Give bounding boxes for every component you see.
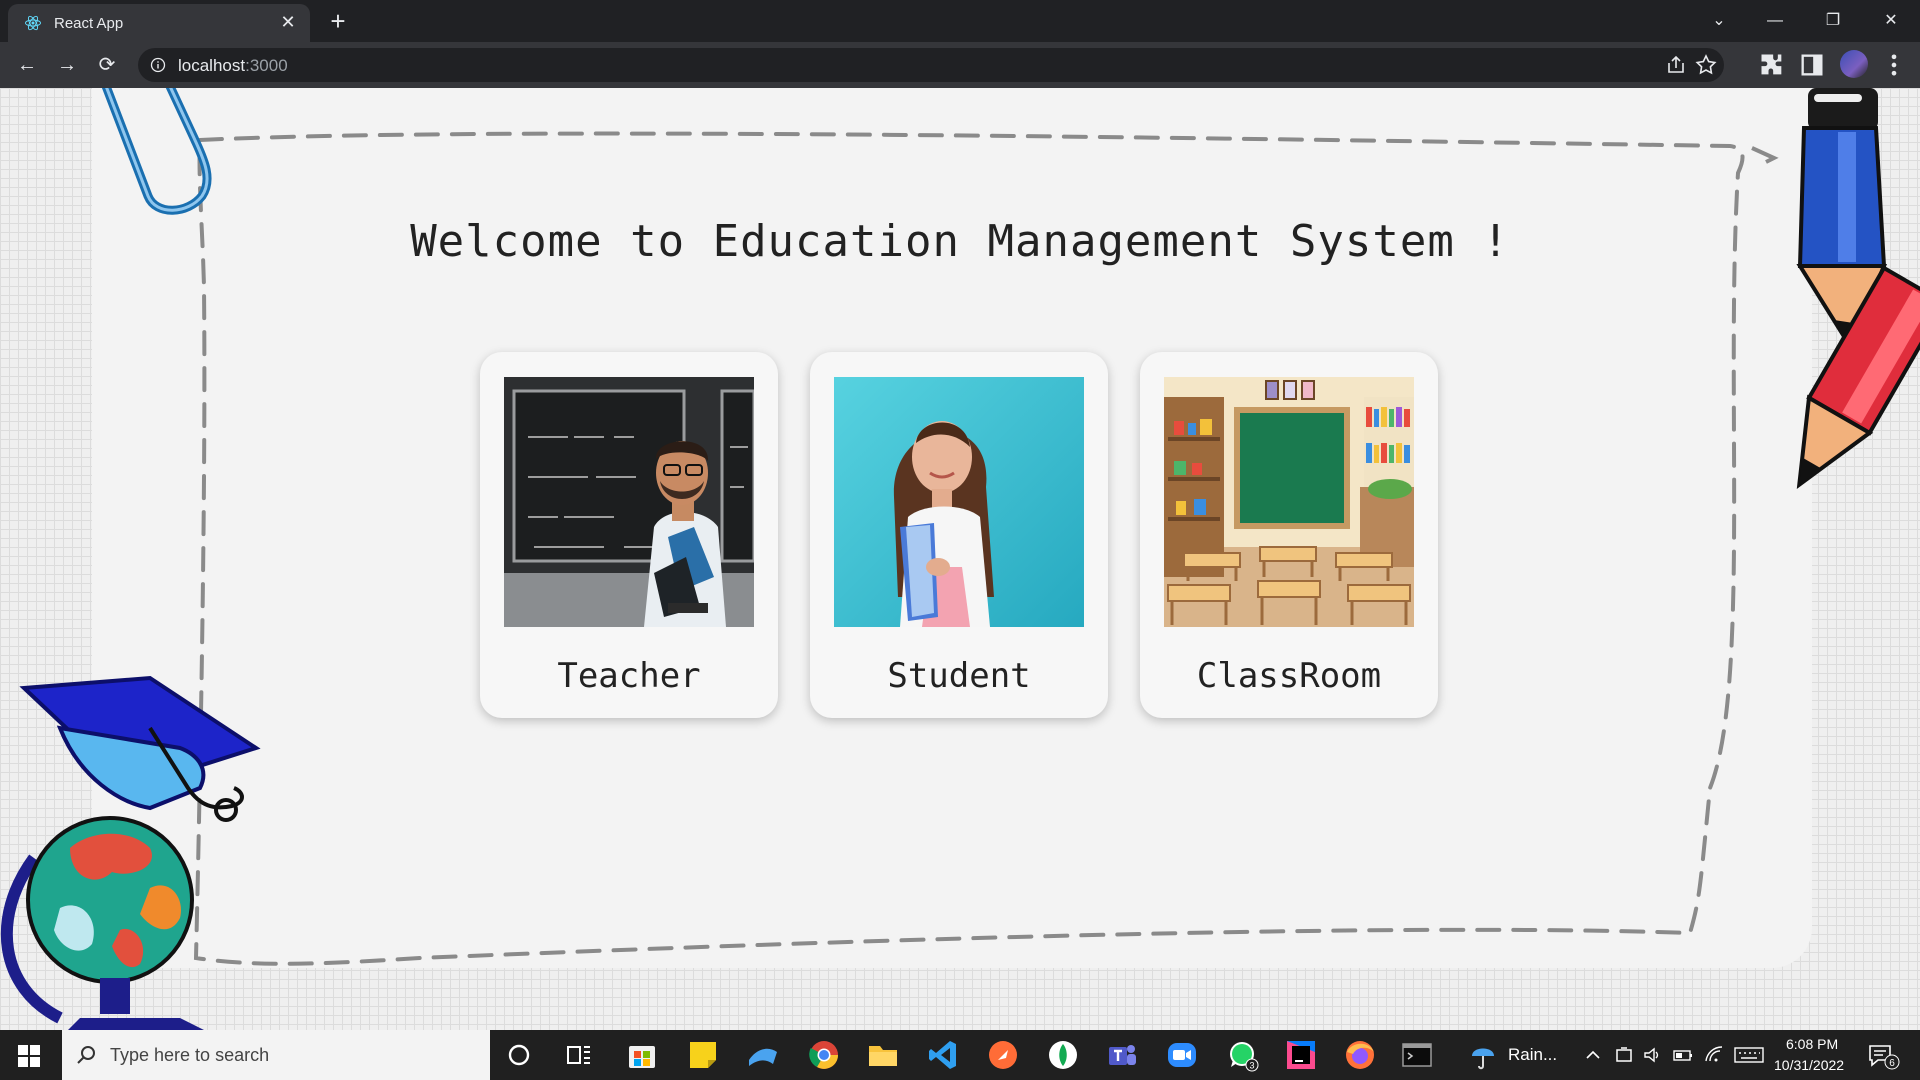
close-tab-icon[interactable]: ✕ [278, 12, 298, 32]
search-placeholder: Type here to search [110, 1045, 270, 1065]
side-panel-icon[interactable] [1798, 51, 1826, 79]
terminal-icon[interactable] [1400, 1038, 1434, 1072]
meet-now-icon[interactable] [1614, 1045, 1634, 1065]
react-logo-icon [25, 15, 41, 31]
graduation-cap-icon [19, 675, 261, 822]
info-icon[interactable] [150, 57, 166, 73]
browser-toolbar: ← → ⟳ localhost:3000 [0, 42, 1920, 88]
whatsapp-icon[interactable]: 3 [1225, 1038, 1259, 1072]
classroom-label: ClassRoom [1196, 656, 1382, 696]
reload-button[interactable]: ⟳ [93, 51, 121, 79]
mongodb-compass-icon[interactable] [1046, 1038, 1080, 1072]
address-bar[interactable]: localhost:3000 [138, 48, 1724, 82]
weather-rain-icon[interactable] [1466, 1038, 1500, 1072]
intellij-icon[interactable] [1284, 1038, 1318, 1072]
student-card[interactable]: Student [810, 352, 1108, 718]
student-label: Student [887, 656, 1031, 696]
forward-button[interactable]: → [53, 51, 81, 79]
notifications-icon[interactable]: 6 [1866, 1042, 1900, 1070]
zoom-icon[interactable] [1165, 1038, 1199, 1072]
teacher-photo [504, 377, 754, 627]
file-explorer-icon[interactable] [866, 1038, 900, 1072]
search-icon [77, 1046, 95, 1064]
weather-label[interactable]: Rain... [1508, 1045, 1557, 1065]
tab-react-app[interactable]: React App ✕ [8, 4, 310, 42]
chevron-up-icon[interactable] [1584, 1046, 1602, 1064]
firefox-icon[interactable] [1343, 1038, 1377, 1072]
dashed-frame-arrow [1751, 146, 1779, 164]
star-icon[interactable] [1694, 53, 1718, 77]
share-icon[interactable] [1664, 53, 1688, 77]
cortana-icon[interactable] [502, 1038, 536, 1072]
page-title: Welcome to Education Management System ! [410, 216, 1510, 267]
minimize-button[interactable]: — [1752, 6, 1798, 36]
volume-icon[interactable] [1642, 1045, 1662, 1065]
notification-badge: 6 [1889, 1058, 1895, 1069]
teams-icon[interactable] [1105, 1038, 1139, 1072]
classroom-illustration [1164, 377, 1414, 627]
taskbar-search-box[interactable]: Type here to search [62, 1030, 490, 1080]
url-port: :3000 [245, 56, 288, 75]
keyboard-icon[interactable] [1734, 1045, 1764, 1065]
whatsapp-badge: 3 [1249, 1061, 1254, 1071]
profile-avatar[interactable] [1840, 50, 1868, 78]
battery-icon[interactable] [1672, 1045, 1694, 1065]
chrome-icon[interactable] [807, 1038, 841, 1072]
close-window-button[interactable]: ✕ [1868, 6, 1914, 36]
azure-data-studio-icon[interactable] [745, 1038, 779, 1072]
back-button[interactable]: ← [13, 51, 41, 79]
postman-icon[interactable] [986, 1038, 1020, 1072]
menu-icon[interactable] [1880, 51, 1908, 79]
tab-title: React App [54, 15, 124, 32]
task-view-icon[interactable] [562, 1038, 596, 1072]
clock-date[interactable]: 10/31/2022 [1774, 1057, 1844, 1073]
windows-start-icon[interactable] [18, 1045, 40, 1067]
globe-icon [0, 816, 204, 1030]
page-viewport: Welcome to Education Management System ! [0, 88, 1920, 1030]
classroom-card[interactable]: ClassRoom [1140, 352, 1438, 718]
url-text: localhost:3000 [178, 56, 288, 76]
clock-time[interactable]: 6:08 PM [1786, 1036, 1838, 1052]
wifi-icon[interactable] [1704, 1045, 1724, 1065]
restore-button[interactable]: ❐ [1810, 6, 1856, 36]
teacher-label: Teacher [557, 656, 701, 696]
url-host: localhost [178, 56, 246, 75]
tab-search-button[interactable]: ⌄ [1696, 6, 1742, 36]
microsoft-store-icon[interactable] [625, 1038, 659, 1072]
sticky-notes-icon[interactable] [686, 1038, 720, 1072]
vscode-icon[interactable] [926, 1038, 960, 1072]
windows-taskbar: Type here to search 3 Rain... 6:08 PM 10… [0, 1030, 1920, 1080]
browser-tab-bar: React App ✕ + ⌄ — ❐ ✕ [0, 0, 1920, 42]
extensions-icon[interactable] [1758, 51, 1786, 79]
new-tab-button[interactable]: + [324, 8, 352, 36]
teacher-card[interactable]: Teacher [480, 352, 778, 718]
student-photo [834, 377, 1084, 627]
paperclip-icon [101, 88, 212, 215]
